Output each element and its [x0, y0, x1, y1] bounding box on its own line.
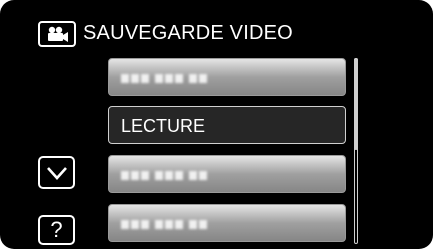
obscured-label: [121, 171, 207, 180]
camera-screen: SAUVEGARDE VIDEO LECTURE ?: [0, 0, 433, 249]
header: SAUVEGARDE VIDEO: [0, 0, 433, 47]
video-mode-button[interactable]: [38, 21, 76, 47]
help-label: ?: [50, 217, 63, 242]
menu-item-label: LECTURE: [121, 116, 206, 136]
movie-camera-icon: [48, 26, 68, 42]
obscured-label: [121, 74, 207, 83]
chevron-down-icon: [46, 166, 67, 180]
help-button[interactable]: ?: [38, 215, 75, 245]
obscured-label: [121, 220, 207, 229]
scroll-down-button[interactable]: [38, 156, 75, 189]
page-title: SAUVEGARDE VIDEO: [83, 22, 293, 44]
scrollbar-thumb[interactable]: [354, 58, 358, 150]
menu-item-obscured-1[interactable]: [108, 58, 346, 96]
menu-item-lecture[interactable]: LECTURE: [108, 106, 346, 144]
menu-item-obscured-3[interactable]: [108, 204, 346, 242]
menu-item-obscured-2[interactable]: [108, 155, 346, 193]
